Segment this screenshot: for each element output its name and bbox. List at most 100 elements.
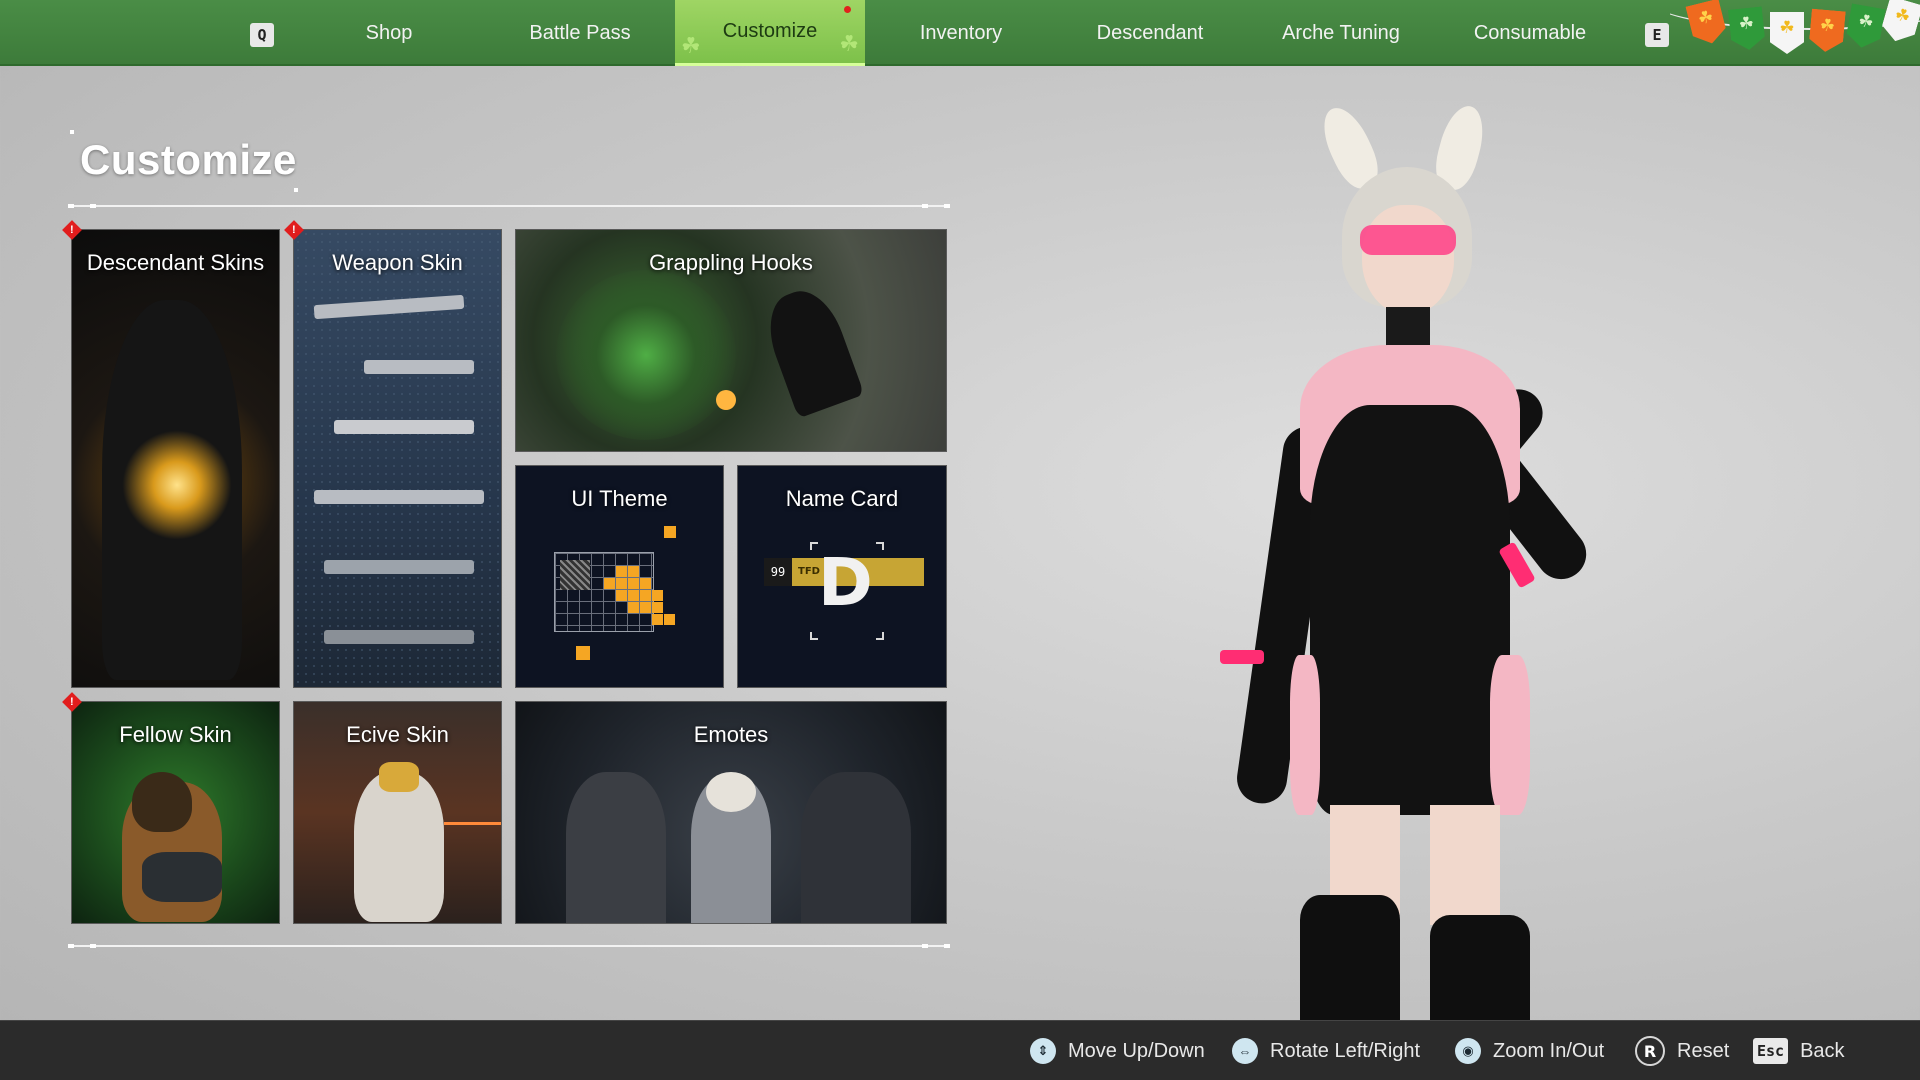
mouse-up-down-icon: ⇕: [1030, 1038, 1056, 1064]
tab-label: Arche Tuning: [1282, 21, 1400, 44]
mouse-wheel-icon: ◉: [1455, 1038, 1481, 1064]
frame-corner: [876, 542, 884, 550]
frame-corner: [810, 632, 818, 640]
tab-label: Consumable: [1473, 21, 1587, 44]
grid-cell: [616, 566, 627, 577]
hint-label: Reset: [1677, 1039, 1730, 1062]
tab-label: Descendant: [1096, 21, 1204, 44]
grid-cell: [628, 578, 639, 589]
tile-fellow-skin[interactable]: Fellow Skin: [71, 701, 280, 924]
emote-character-1: [566, 772, 666, 923]
back-button[interactable]: Esc Back: [1753, 1021, 1845, 1080]
tile-name-card[interactable]: 99 TFD D Name Card: [737, 465, 947, 688]
emote-character-2-hair: [706, 772, 756, 812]
grid-cell: [640, 602, 651, 613]
divider-bottom: [68, 944, 950, 948]
spark-glow: [716, 390, 736, 410]
grid-cell: [628, 566, 639, 577]
alert-glyph: !: [70, 223, 74, 236]
grid-cell: [664, 526, 676, 538]
hatch-pattern: [560, 560, 590, 590]
frame-corner: [810, 542, 818, 550]
reset-button[interactable]: R Reset: [1635, 1021, 1729, 1080]
hint-rotate[interactable]: ⇔ Rotate Left/Right: [1232, 1021, 1420, 1080]
tab-descendant[interactable]: Descendant: [1055, 0, 1245, 66]
festive-bunting: ☘ ☘ ☘ ☘ ☘ ☘: [1670, 0, 1920, 66]
tile-descendant-skins[interactable]: Descendant Skins: [71, 229, 280, 688]
tab-label: Inventory: [919, 21, 1003, 44]
tile-label: Fellow Skin: [119, 722, 232, 747]
tile-ui-theme[interactable]: UI Theme: [515, 465, 724, 688]
hint-label: Back: [1800, 1039, 1845, 1062]
boot-right: [1430, 915, 1530, 1020]
grid-cell: [616, 590, 627, 601]
hint-move[interactable]: ⇕ Move Up/Down: [1030, 1021, 1205, 1080]
tab-battle-pass[interactable]: Battle Pass: [485, 0, 675, 66]
tab-label: Shop: [365, 21, 413, 44]
ecive-head: [379, 762, 419, 792]
wrist-band-left: [1220, 650, 1264, 664]
prev-tab-key[interactable]: Q: [250, 23, 274, 47]
tile-emotes[interactable]: Emotes: [515, 701, 947, 924]
esc-key: Esc: [1753, 1038, 1789, 1064]
tile-weapon-skin[interactable]: Weapon Skin: [293, 229, 502, 688]
character-face: [1362, 205, 1454, 315]
dog-head: [132, 772, 192, 832]
pink-trim-right: [1490, 655, 1530, 815]
tile-ecive-skin[interactable]: Ecive Skin: [293, 701, 502, 924]
reset-key: R: [1635, 1036, 1665, 1066]
frame-corner: [876, 632, 884, 640]
mouse-drag-icon: ⇔: [1232, 1038, 1258, 1064]
boot-left: [1300, 895, 1400, 1020]
weapon-shape: [314, 490, 484, 504]
laser-line: [444, 822, 501, 825]
tile-label: Grappling Hooks: [649, 250, 813, 275]
control-hints-bar: ⇕ Move Up/Down ⇔ Rotate Left/Right ◉ Zoo…: [0, 1020, 1920, 1080]
character-model-viewport[interactable]: [1190, 95, 1710, 1020]
hint-zoom[interactable]: ◉ Zoom In/Out: [1455, 1021, 1604, 1080]
weapon-shape: [334, 420, 474, 434]
grid-cell: [628, 602, 639, 613]
alert-glyph: !: [70, 695, 74, 708]
name-card-letter: D: [818, 544, 873, 621]
grid-cell: [576, 646, 590, 660]
clover-icon: ☘: [839, 31, 859, 56]
golden-orb-glow: [122, 430, 232, 540]
pink-glasses: [1360, 225, 1456, 255]
character-collar: [1386, 307, 1430, 347]
tab-label: Battle Pass: [529, 21, 631, 44]
tile-label: Name Card: [785, 486, 899, 511]
dog-harness: [142, 852, 222, 902]
grid-cell: [640, 590, 651, 601]
emote-character-3: [801, 772, 911, 923]
page-title-frame: Customize: [70, 130, 298, 192]
thigh-right: [1430, 805, 1500, 925]
grid-cell: [652, 602, 663, 613]
weapon-shape: [364, 360, 474, 374]
ecive-robot: [354, 772, 444, 922]
tab-inventory[interactable]: Inventory: [866, 0, 1056, 66]
tile-label: UI Theme: [571, 486, 668, 511]
tab-label: Customize: [722, 20, 818, 42]
pink-trim-left: [1290, 655, 1320, 815]
tab-shop[interactable]: Shop: [294, 0, 484, 66]
tile-label: Weapon Skin: [332, 250, 463, 275]
tab-arche-tuning[interactable]: Arche Tuning: [1246, 0, 1436, 66]
tab-customize[interactable]: ☘ Customize ☘: [675, 0, 865, 66]
character-silhouette: [757, 281, 865, 419]
divider-top: [68, 204, 950, 208]
tab-consumable[interactable]: Consumable: [1435, 0, 1625, 66]
character-dress: [1310, 405, 1510, 815]
next-tab-key[interactable]: E: [1645, 23, 1669, 47]
grid-cell: [604, 578, 615, 589]
page-title: Customize: [80, 136, 297, 183]
weapon-shape: [324, 560, 474, 574]
notification-dot: [844, 6, 851, 13]
hint-label: Move Up/Down: [1068, 1039, 1205, 1062]
name-card-level: 99: [764, 558, 792, 586]
hint-label: Rotate Left/Right: [1270, 1039, 1421, 1062]
clover-flag-icon: ☘: [1845, 3, 1886, 50]
ui-theme-grid-art: [554, 552, 694, 660]
tile-grappling-hooks[interactable]: Grappling Hooks: [515, 229, 947, 452]
clover-flag-icon: ☘: [1808, 9, 1846, 54]
